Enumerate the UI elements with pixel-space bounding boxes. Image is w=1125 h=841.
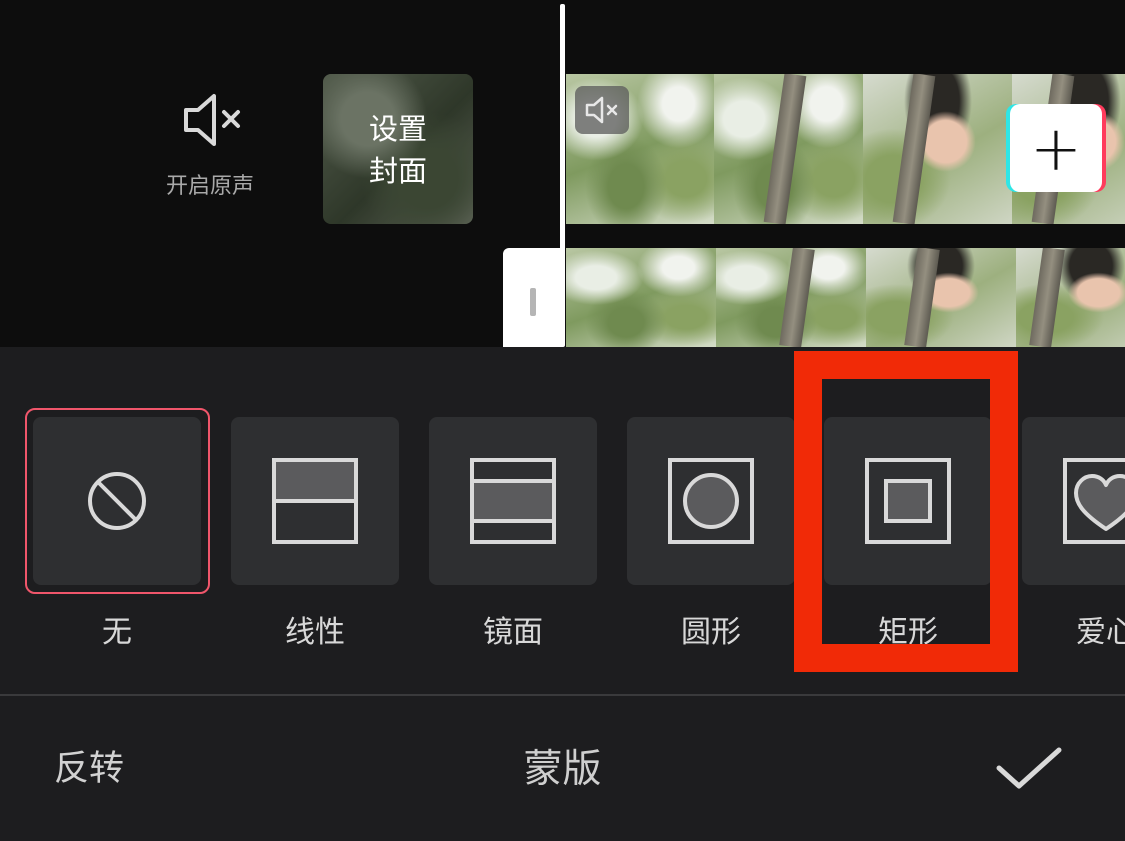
plus-icon: + [1030, 111, 1082, 185]
mask-label-circle: 圆形 [681, 615, 741, 650]
playhead[interactable] [560, 4, 565, 347]
mirror-mask-icon [470, 458, 556, 544]
set-cover-label: 设置 封面 [368, 112, 427, 188]
mask-tile-heart [1022, 417, 1125, 585]
track-trim-handle[interactable] [503, 248, 563, 347]
mask-tile-circle [627, 417, 795, 585]
clip-thumbnail [714, 74, 864, 224]
mask-label-none: 无 [102, 615, 132, 650]
clip-thumbnail [863, 74, 1013, 224]
clip-thumbnail [866, 248, 1016, 347]
clip-thumbnail [716, 248, 866, 347]
mask-tile-none [33, 417, 201, 585]
rectangle-mask-icon [865, 458, 951, 544]
mask-label-mirror: 镜面 [483, 615, 543, 650]
mask-panel: 无 线性 镜面 圆形 矩形 爱心 反转 蒙版 [0, 347, 1125, 841]
mute-speaker-icon [184, 94, 240, 146]
bottom-action-bar: 反转 蒙版 [0, 696, 1125, 841]
mask-tile-mirror [429, 417, 597, 585]
clip-mute-icon [585, 96, 618, 124]
confirm-button[interactable] [995, 744, 1065, 794]
mask-label-linear: 线性 [285, 615, 345, 650]
none-icon [88, 472, 146, 530]
heart-mask-icon [1063, 458, 1125, 544]
mask-options-row[interactable]: 无 线性 镜面 圆形 矩形 爱心 [0, 347, 1125, 695]
original-sound-label: 开启原声 [165, 174, 254, 199]
checkmark-icon [996, 747, 1062, 789]
mask-tile-rectangle [824, 417, 992, 585]
circle-mask-icon [668, 458, 754, 544]
mask-label-rectangle: 矩形 [878, 615, 938, 650]
linear-mask-icon [272, 458, 358, 544]
original-sound-toggle[interactable]: 开启原声 [150, 90, 270, 200]
timeline-area: 开启原声 设置 封面 + [0, 0, 1125, 347]
clip-thumbnail [1016, 248, 1125, 347]
clip-thumbnail [566, 248, 716, 347]
mask-label-heart: 爱心 [1076, 615, 1125, 650]
panel-title: 蒙版 [523, 747, 602, 792]
video-track-overlay[interactable] [566, 248, 1125, 347]
add-clip-button[interactable]: + [1010, 104, 1102, 192]
mask-tile-linear [231, 417, 399, 585]
clip-mute-badge[interactable] [575, 86, 629, 134]
set-cover-button[interactable]: 设置 封面 [323, 74, 473, 224]
